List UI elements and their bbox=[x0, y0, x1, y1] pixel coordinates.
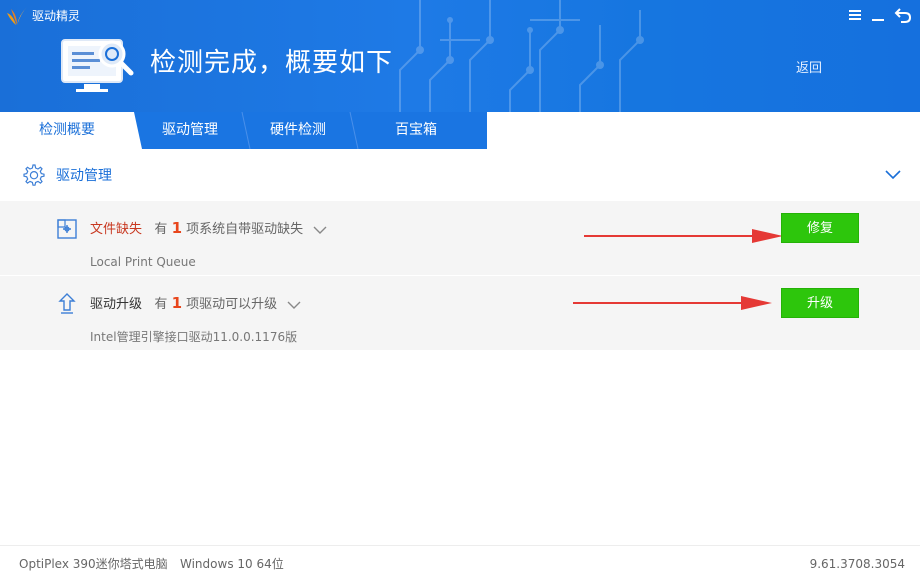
device-model: OptiPlex 390迷你塔式电脑 bbox=[19, 557, 168, 571]
red-arrow-annotation bbox=[584, 229, 783, 243]
upgrade-icon bbox=[58, 293, 76, 314]
tab-hardware-check[interactable]: 硬件检测 bbox=[248, 112, 348, 149]
item-label: 文件缺失 bbox=[90, 222, 143, 237]
red-arrow-annotation bbox=[573, 296, 772, 310]
back-arrow-icon[interactable] bbox=[893, 5, 913, 25]
section-title: 驱动管理 bbox=[56, 168, 112, 184]
os-info: Windows 10 64位 bbox=[180, 557, 284, 571]
item-summary: 驱动升级 有 1 项驱动可以升级 bbox=[90, 294, 301, 314]
list-item: 驱动升级 有 1 项驱动可以升级 Intel管理引擎接口驱动11.0.0.117… bbox=[0, 276, 920, 350]
chevron-down-icon[interactable] bbox=[313, 225, 327, 235]
version-info: 9.61.3708.3054 bbox=[809, 557, 905, 571]
app-window: 驱动精灵 检测完成，概要如下 返回 检测概要 驱动管理 硬件检测 百宝箱 驱动管… bbox=[0, 0, 920, 579]
minimize-icon[interactable] bbox=[868, 5, 888, 25]
item-label: 驱动升级 bbox=[90, 297, 143, 312]
tab-driver-management[interactable]: 驱动管理 bbox=[140, 112, 240, 149]
menu-icon[interactable] bbox=[845, 5, 865, 25]
chevron-down-icon[interactable] bbox=[287, 300, 301, 310]
upgrade-button[interactable]: 升级 bbox=[781, 288, 859, 318]
app-title: 驱动精灵 bbox=[32, 9, 81, 23]
driver-missing-icon bbox=[57, 219, 77, 239]
page-title: 检测完成，概要如下 bbox=[150, 48, 394, 78]
section-header[interactable]: 驱动管理 bbox=[0, 149, 920, 201]
status-bar: OptiPlex 390迷你塔式电脑 Windows 10 64位 9.61.3… bbox=[0, 545, 920, 579]
repair-button[interactable]: 修复 bbox=[781, 213, 859, 243]
item-summary: 文件缺失 有 1 项系统自带驱动缺失 bbox=[90, 219, 327, 239]
chevron-down-icon[interactable] bbox=[884, 167, 902, 181]
item-description: 项驱动可以升级 bbox=[186, 297, 278, 312]
header-banner: 驱动精灵 检测完成，概要如下 返回 bbox=[0, 0, 920, 112]
app-logo-icon bbox=[7, 7, 27, 25]
item-count: 1 bbox=[171, 219, 183, 237]
gear-icon bbox=[23, 164, 45, 186]
circuit-background bbox=[399, 0, 644, 112]
item-description: 项系统自带驱动缺失 bbox=[186, 222, 304, 237]
item-prefix: 有 bbox=[154, 222, 168, 237]
tab-overview[interactable]: 检测概要 bbox=[0, 112, 134, 149]
item-detail: Intel管理引擎接口驱动11.0.0.1176版 bbox=[90, 330, 298, 344]
back-link[interactable]: 返回 bbox=[796, 60, 822, 78]
list-item: 文件缺失 有 1 项系统自带驱动缺失 Local Print Queue 修复 bbox=[0, 201, 920, 275]
item-detail: Local Print Queue bbox=[90, 255, 196, 269]
tab-bar: 检测概要 驱动管理 硬件检测 百宝箱 bbox=[0, 112, 920, 149]
item-prefix: 有 bbox=[154, 297, 168, 312]
tab-toolbox[interactable]: 百宝箱 bbox=[356, 112, 476, 149]
monitor-scan-icon bbox=[61, 39, 134, 92]
item-count: 1 bbox=[171, 294, 183, 312]
